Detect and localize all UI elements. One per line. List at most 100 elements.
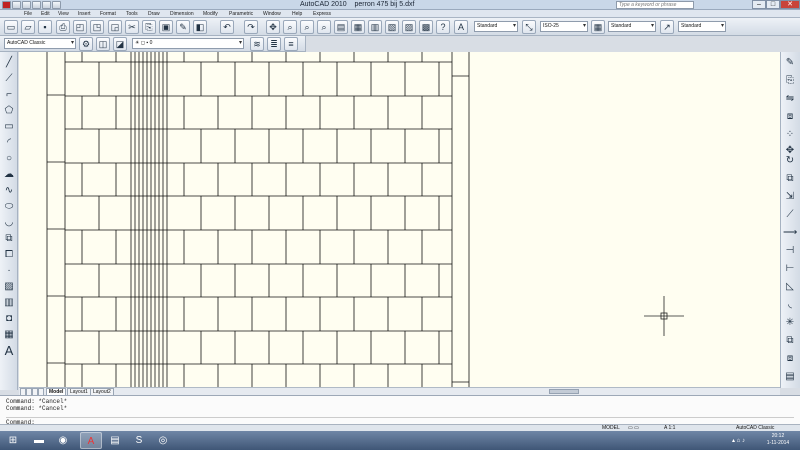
cut-icon[interactable]: ✂ xyxy=(125,20,139,34)
maximize-button[interactable]: □ xyxy=(766,0,780,9)
menu-draw[interactable]: Draw xyxy=(148,11,160,17)
plot-icon[interactable]: ⎙ xyxy=(56,20,70,34)
break-icon[interactable]: ⊣ xyxy=(783,244,797,258)
rotate-icon[interactable]: ↻ xyxy=(783,154,797,168)
polyline-icon[interactable]: ⌐ xyxy=(2,88,16,102)
menu-parametric[interactable]: Parametric xyxy=(229,11,253,17)
make-layer-current-icon[interactable]: ≋ xyxy=(250,37,264,51)
command-prompt[interactable]: Command: xyxy=(6,417,794,426)
new-icon[interactable] xyxy=(12,1,21,9)
chrome-icon[interactable]: ◉ xyxy=(52,432,74,449)
rectangle-icon[interactable]: ▭ xyxy=(2,120,16,134)
3d-dwf-icon[interactable]: ◲ xyxy=(108,20,122,34)
table-style-icon[interactable]: ▦ xyxy=(591,20,605,34)
system-clock[interactable]: 20:12 1-11-2014 xyxy=(758,433,798,447)
table-icon[interactable]: ▦ xyxy=(2,328,16,342)
media-icon[interactable]: ◎ xyxy=(152,432,174,449)
calculator-icon[interactable]: ▩ xyxy=(419,20,433,34)
new-drawing-icon[interactable]: ▭ xyxy=(4,20,18,34)
multiline-text-icon[interactable]: A xyxy=(2,344,16,358)
dim-style-icon[interactable]: ⤡ xyxy=(522,20,536,34)
arc-icon[interactable]: ◜ xyxy=(2,136,16,150)
plot-preview-icon[interactable]: ◰ xyxy=(73,20,87,34)
polygon-icon[interactable]: ⬠ xyxy=(2,104,16,118)
hatch-icon[interactable]: ▨ xyxy=(2,280,16,294)
construction-line-icon[interactable]: ⟋ xyxy=(2,72,16,86)
file-explorer-icon[interactable]: ▬ xyxy=(28,432,50,449)
layer-state-icon[interactable]: ◪ xyxy=(113,37,127,51)
line-icon[interactable]: ╱ xyxy=(2,56,16,70)
region-icon[interactable]: ◘ xyxy=(2,312,16,326)
make-block-icon[interactable]: ⧠ xyxy=(2,248,16,262)
menu-tools[interactable]: Tools xyxy=(126,11,138,17)
dim-style-select[interactable]: ISO-25 xyxy=(540,21,588,32)
markup-icon[interactable]: ▨ xyxy=(402,20,416,34)
tray-icons[interactable]: ▴ ⌂ ♪ xyxy=(732,437,745,444)
fillet-icon[interactable]: ◟ xyxy=(783,298,797,312)
autocad-logo-icon[interactable] xyxy=(2,1,11,9)
menu-express[interactable]: Express xyxy=(313,11,331,17)
erase-icon[interactable]: ✎ xyxy=(783,56,797,70)
tool-palettes-icon[interactable]: ▥ xyxy=(368,20,382,34)
circle-icon[interactable]: ○ xyxy=(2,152,16,166)
horizontal-scrollbar-thumb[interactable] xyxy=(549,389,579,394)
insert-block-icon[interactable]: ⧉ xyxy=(2,232,16,246)
extend-icon[interactable]: ⟶ xyxy=(783,226,797,240)
point-icon[interactable]: · xyxy=(2,264,16,278)
table-style-select[interactable]: Standard xyxy=(608,21,656,32)
draw-order-back-icon[interactable]: ⧈ xyxy=(783,352,797,366)
menu-help[interactable]: Help xyxy=(292,11,302,17)
join-icon[interactable]: ⊢ xyxy=(783,262,797,276)
offset-icon[interactable]: ⧈ xyxy=(783,110,797,124)
undo-icon[interactable] xyxy=(42,1,51,9)
pan-icon[interactable]: ✥ xyxy=(266,20,280,34)
redo-icon[interactable] xyxy=(52,1,61,9)
zoom-realtime-icon[interactable]: ⌕ xyxy=(283,20,297,34)
design-center-icon[interactable]: ▦ xyxy=(351,20,365,34)
save-icon[interactable]: ▪ xyxy=(38,20,52,34)
redo-icon[interactable]: ↷ xyxy=(244,20,258,34)
notepad-icon[interactable]: ▤ xyxy=(104,432,126,449)
chamfer-icon[interactable]: ◺ xyxy=(783,280,797,294)
layer-properties-icon[interactable]: ◫ xyxy=(96,37,110,51)
menu-dimension[interactable]: Dimension xyxy=(170,11,194,17)
open-folder-icon[interactable]: ▱ xyxy=(21,20,35,34)
ellipse-arc-icon[interactable]: ◡ xyxy=(2,216,16,230)
trim-icon[interactable]: ⟋ xyxy=(783,208,797,222)
publish-icon[interactable]: ◳ xyxy=(90,20,104,34)
paste-icon[interactable]: ▣ xyxy=(159,20,173,34)
match-properties-icon[interactable]: ✎ xyxy=(176,20,190,34)
skype-icon[interactable]: S xyxy=(128,432,150,449)
menu-file[interactable]: File xyxy=(24,11,32,17)
revision-cloud-icon[interactable]: ☁ xyxy=(2,168,16,182)
draw-order-icon[interactable]: ⧉ xyxy=(783,334,797,348)
menu-format[interactable]: Format xyxy=(100,11,116,17)
layer-select[interactable]: ☀ ◻ ▪ 0 xyxy=(132,38,244,49)
multileader-style-icon[interactable]: ↗ xyxy=(660,20,674,34)
menu-edit[interactable]: Edit xyxy=(41,11,50,17)
sheet-set-icon[interactable]: ▧ xyxy=(385,20,399,34)
help-icon[interactable]: ? xyxy=(436,20,450,34)
properties-icon[interactable]: ▤ xyxy=(334,20,348,34)
workspace-settings-icon[interactable]: ⚙ xyxy=(79,37,93,51)
gradient-icon[interactable]: ▥ xyxy=(2,296,16,310)
windows-start-icon[interactable]: ⊞ xyxy=(2,432,24,449)
ellipse-icon[interactable]: ⬭ xyxy=(2,200,16,214)
text-front-icon[interactable]: ▤ xyxy=(783,370,797,384)
block-editor-icon[interactable]: ◧ xyxy=(193,20,207,34)
undo-icon[interactable]: ↶ xyxy=(220,20,234,34)
layer-previous-icon[interactable]: ≣ xyxy=(267,37,281,51)
layer-isolate-icon[interactable]: ≡ xyxy=(284,37,298,51)
menu-view[interactable]: View xyxy=(58,11,69,17)
minimize-button[interactable]: – xyxy=(752,0,766,9)
open-icon[interactable] xyxy=(22,1,31,9)
help-search-input[interactable]: Type a keyword or phrase xyxy=(616,1,694,9)
stretch-icon[interactable]: ⇲ xyxy=(783,190,797,204)
spline-icon[interactable]: ∿ xyxy=(2,184,16,198)
mirror-icon[interactable]: ⇋ xyxy=(783,92,797,106)
explode-icon[interactable]: ✳ xyxy=(783,316,797,330)
copy-icon[interactable]: ⎘ xyxy=(142,20,156,34)
multileader-style-select[interactable]: Standard xyxy=(678,21,726,32)
close-button[interactable]: ✕ xyxy=(780,0,800,9)
autocad-taskbar-icon[interactable]: A xyxy=(80,432,102,449)
